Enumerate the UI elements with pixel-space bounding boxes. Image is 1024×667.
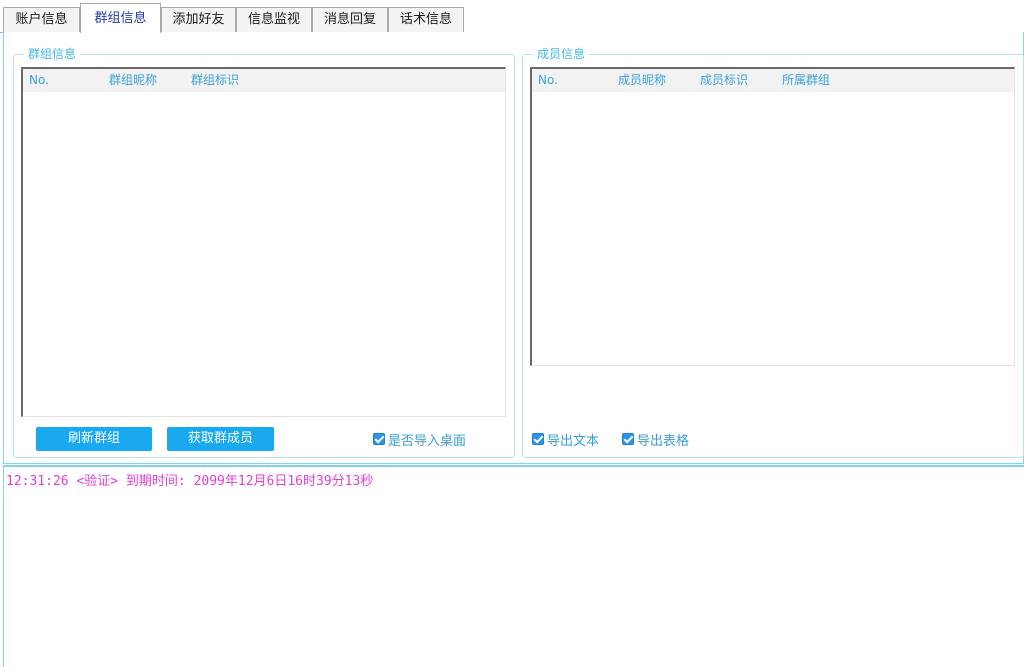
member-col-group[interactable]: 所属群组 <box>782 69 830 92</box>
log-line: 12:31:26 <验证> 到期时间: 2099年12月6日16时39分13秒 <box>6 474 374 489</box>
import-desktop-checkbox[interactable]: 是否导入桌面 <box>373 431 467 449</box>
group-info-groupbox: 群组信息 No. 群组昵称 群组标识 刷新群组 获取群成员 是否导入桌面 <box>13 46 515 458</box>
tab-info-monitor[interactable]: 信息监视 <box>236 7 312 32</box>
checkbox-checked-icon[interactable] <box>622 433 634 445</box>
member-col-nickname[interactable]: 成员昵称 <box>618 69 666 92</box>
member-info-groupbox: 成员信息 No. 成员昵称 成员标识 所属群组 导出文本 导出表格 <box>522 46 1024 458</box>
export-table-checkbox[interactable]: 导出表格 <box>622 431 690 449</box>
group-list-header: No. 群组昵称 群组标识 <box>23 69 505 92</box>
export-table-label: 导出表格 <box>637 433 690 449</box>
member-list[interactable]: No. 成员昵称 成员标识 所属群组 <box>530 67 1015 366</box>
group-col-no[interactable]: No. <box>29 69 49 92</box>
export-text-label: 导出文本 <box>547 433 600 449</box>
fetch-members-button[interactable]: 获取群成员 <box>167 427 274 451</box>
member-col-no[interactable]: No. <box>538 69 558 92</box>
member-col-id[interactable]: 成员标识 <box>700 69 748 92</box>
member-list-header: No. 成员昵称 成员标识 所属群组 <box>532 69 1014 92</box>
group-col-nickname[interactable]: 群组昵称 <box>109 69 157 92</box>
tab-group-info[interactable]: 群组信息 <box>80 3 161 33</box>
tab-add-friend[interactable]: 添加好友 <box>161 7 236 32</box>
tab-bar: 账户信息 群组信息 添加好友 信息监视 消息回复 话术信息 <box>0 0 1024 33</box>
tab-account-info[interactable]: 账户信息 <box>3 7 80 32</box>
group-col-id[interactable]: 群组标识 <box>191 69 239 92</box>
log-output[interactable]: 12:31:26 <验证> 到期时间: 2099年12月6日16时39分13秒 <box>3 465 1024 667</box>
import-desktop-label: 是否导入桌面 <box>388 433 467 449</box>
group-info-page: 群组信息 No. 群组昵称 群组标识 刷新群组 获取群成员 是否导入桌面 成员信… <box>3 32 1024 464</box>
member-info-title: 成员信息 <box>533 46 590 62</box>
refresh-groups-button[interactable]: 刷新群组 <box>36 427 152 451</box>
checkbox-checked-icon[interactable] <box>532 433 544 445</box>
export-text-checkbox[interactable]: 导出文本 <box>532 431 600 449</box>
tab-script-info[interactable]: 话术信息 <box>388 7 464 32</box>
group-info-title: 群组信息 <box>24 46 81 62</box>
group-list[interactable]: No. 群组昵称 群组标识 <box>21 67 506 417</box>
checkbox-checked-icon[interactable] <box>373 433 385 445</box>
tab-message-reply[interactable]: 消息回复 <box>312 7 388 32</box>
